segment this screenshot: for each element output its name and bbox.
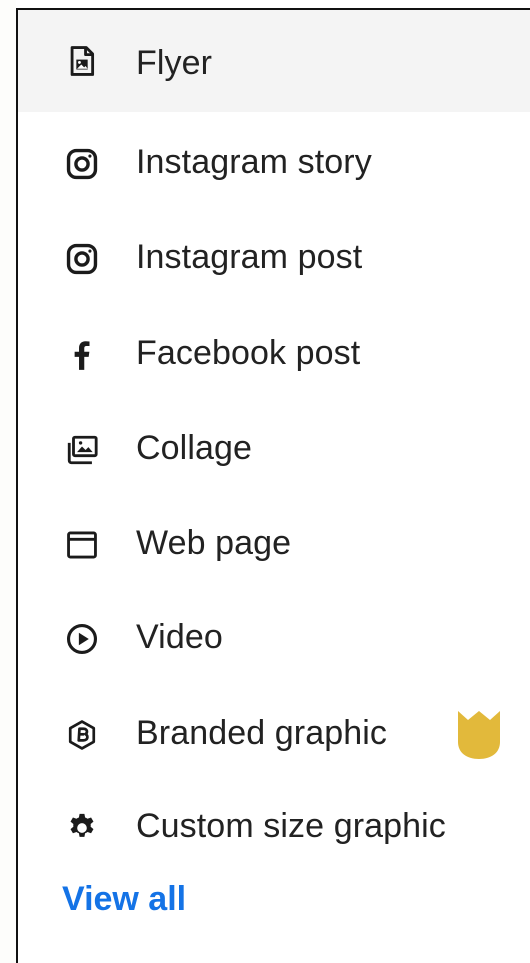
menu-item-instagram-story[interactable]: Instagram story xyxy=(18,116,530,212)
facebook-icon xyxy=(64,337,100,373)
menu-item-video[interactable]: Video xyxy=(18,591,530,687)
instagram-icon xyxy=(64,241,100,277)
menu-item-flyer[interactable]: Flyer xyxy=(18,10,530,112)
menu-frame: Flyer Instagram story Instagram post Fac… xyxy=(0,0,530,963)
menu-item-label: Custom size graphic xyxy=(136,807,446,845)
menu-item-facebook-post[interactable]: Facebook post xyxy=(18,307,530,403)
menu-item-label: Flyer xyxy=(136,44,213,82)
background-strip xyxy=(0,0,16,963)
menu-item-label: Branded graphic xyxy=(136,714,388,752)
branded-graphic-icon xyxy=(64,717,100,753)
menu-item-label: Web page xyxy=(136,524,292,562)
menu-item-instagram-post[interactable]: Instagram post xyxy=(18,211,530,307)
collage-icon xyxy=(64,432,100,468)
premium-crown-icon xyxy=(456,709,502,761)
menu-item-web-page[interactable]: Web page xyxy=(18,497,530,593)
menu-item-label: Collage xyxy=(136,429,252,467)
menu-item-label: Instagram story xyxy=(136,143,372,181)
flyer-icon xyxy=(64,43,100,79)
menu-item-label: Instagram post xyxy=(136,238,363,276)
web-page-icon xyxy=(64,527,100,563)
menu-item-branded-graphic[interactable]: Branded graphic xyxy=(18,687,530,783)
gear-icon xyxy=(64,810,100,846)
menu-item-custom-size-graphic[interactable]: Custom size graphic xyxy=(18,780,530,876)
view-all-link[interactable]: View all xyxy=(62,880,186,919)
create-menu-panel: Flyer Instagram story Instagram post Fac… xyxy=(16,8,530,963)
instagram-icon xyxy=(64,146,100,182)
menu-item-collage[interactable]: Collage xyxy=(18,402,530,498)
menu-item-label: Video xyxy=(136,618,223,656)
menu-item-label: Facebook post xyxy=(136,334,361,372)
video-play-icon xyxy=(64,621,100,657)
